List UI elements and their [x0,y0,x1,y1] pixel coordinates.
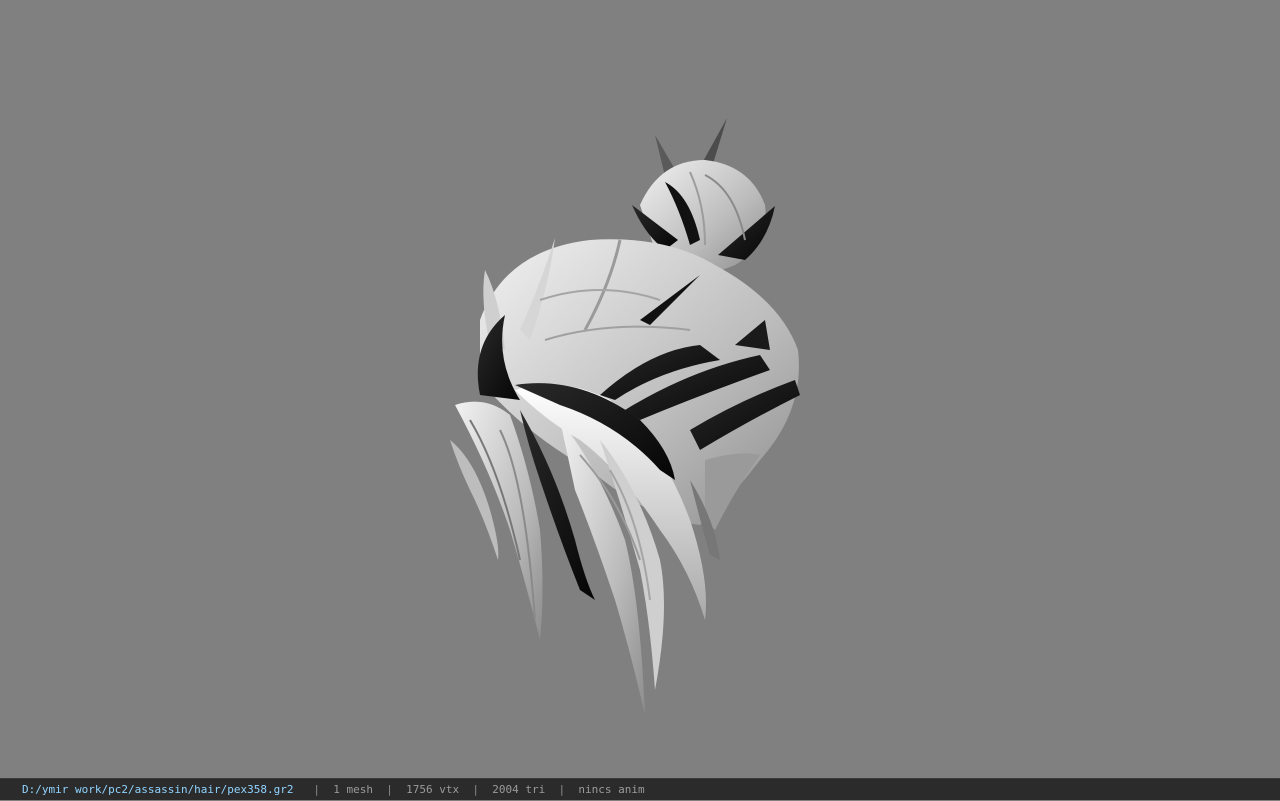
vertex-count: 1756 vtx [406,783,460,796]
animation-status: nincs anim [578,783,645,796]
status-separator: | [386,783,393,796]
status-bar: D:/ymir work/pc2/assassin/hair/pex358.gr… [0,778,1280,800]
3d-viewport[interactable] [0,0,1280,778]
file-path: D:/ymir work/pc2/assassin/hair/pex358.gr… [22,783,294,796]
status-separator: | [313,783,321,796]
status-separator: | [558,783,566,796]
mesh-count: 1 mesh [333,783,374,796]
hair-model-render [450,118,800,715]
triangle-count: 2004 tri [492,783,546,796]
status-separator: | [472,783,480,796]
